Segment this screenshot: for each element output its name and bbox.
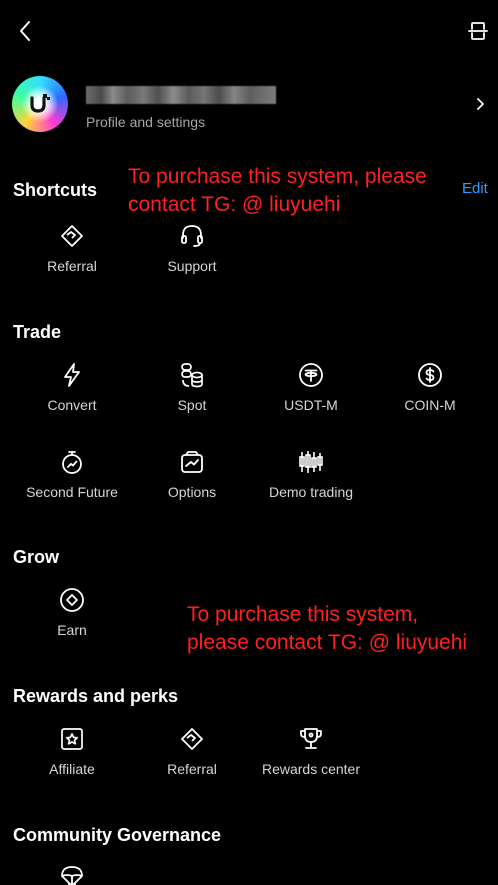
headset-icon (179, 223, 205, 249)
tether-icon (298, 362, 324, 388)
rewards-label: Rewards center (261, 761, 361, 777)
trade-coin-m[interactable]: COIN-M (370, 362, 490, 413)
trade-demo-trading[interactable]: Demo trading (251, 449, 371, 500)
parachute-icon[interactable] (59, 864, 85, 885)
trade-second-future[interactable]: Second Future (12, 449, 132, 500)
stopwatch-icon (59, 449, 85, 475)
shortcut-label: Referral (47, 258, 97, 274)
trophy-icon (298, 726, 324, 752)
profile-row[interactable] (0, 66, 498, 142)
section-title-shortcuts: Shortcuts (13, 180, 98, 200)
trade-label: Options (167, 484, 217, 500)
trade-label: Convert (47, 397, 97, 413)
section-title-grow: Grow (13, 547, 60, 567)
dollar-coin-icon (417, 362, 443, 388)
logo-icon (27, 91, 53, 117)
section-title-trade: Trade (13, 322, 62, 342)
avatar[interactable] (12, 76, 68, 132)
shortcut-label: Support (167, 258, 217, 274)
promo-text-bottom: To purchase this system, please contact … (187, 601, 467, 657)
promo-text-top: To purchase this system, please contact … (128, 163, 427, 219)
grow-earn[interactable]: Earn (12, 587, 132, 638)
options-icon (179, 449, 205, 475)
rewards-center[interactable]: Rewards center (251, 726, 371, 777)
trade-usdt-m[interactable]: USDT-M (251, 362, 371, 413)
trade-convert[interactable]: Convert (12, 362, 132, 413)
profile-subtitle: Profile and settings (86, 114, 206, 130)
promo-line: contact TG: @ liuyuehi (128, 193, 341, 216)
rewards-affiliate[interactable]: Affiliate (12, 726, 132, 777)
section-title-community: Community Governance (13, 825, 222, 845)
trade-label: Demo trading (268, 484, 354, 500)
candlestick-icon (298, 449, 324, 475)
trade-spot[interactable]: Spot (132, 362, 252, 413)
trade-label: COIN-M (404, 397, 456, 413)
trade-label: Second Future (26, 484, 118, 500)
edit-shortcuts-button[interactable]: Edit (462, 180, 488, 197)
scan-icon[interactable] (466, 19, 490, 43)
rewards-label: Affiliate (49, 761, 95, 777)
trade-label: Spot (177, 397, 207, 413)
lightning-icon (59, 362, 85, 388)
section-title-rewards: Rewards and perks (13, 686, 179, 706)
back-icon[interactable] (14, 19, 38, 43)
promo-line: To purchase this system, (187, 603, 419, 626)
shortcut-support[interactable]: Support (132, 223, 252, 274)
handshake-icon (59, 223, 85, 249)
username-redacted (86, 86, 276, 104)
chevron-right-icon[interactable] (474, 96, 488, 112)
handshake-icon (179, 726, 205, 752)
promo-line: please contact TG: @ liuyuehi (187, 631, 468, 654)
star-badge-icon (59, 726, 85, 752)
rewards-referral[interactable]: Referral (132, 726, 252, 777)
grow-label: Earn (57, 622, 87, 638)
promo-line: To purchase this system, please (128, 165, 427, 188)
rewards-label: Referral (167, 761, 217, 777)
shortcut-referral[interactable]: Referral (12, 223, 132, 274)
coins-stack-icon (179, 362, 205, 388)
trade-label: USDT-M (284, 397, 338, 413)
trade-options[interactable]: Options (132, 449, 252, 500)
earn-icon (59, 587, 85, 613)
